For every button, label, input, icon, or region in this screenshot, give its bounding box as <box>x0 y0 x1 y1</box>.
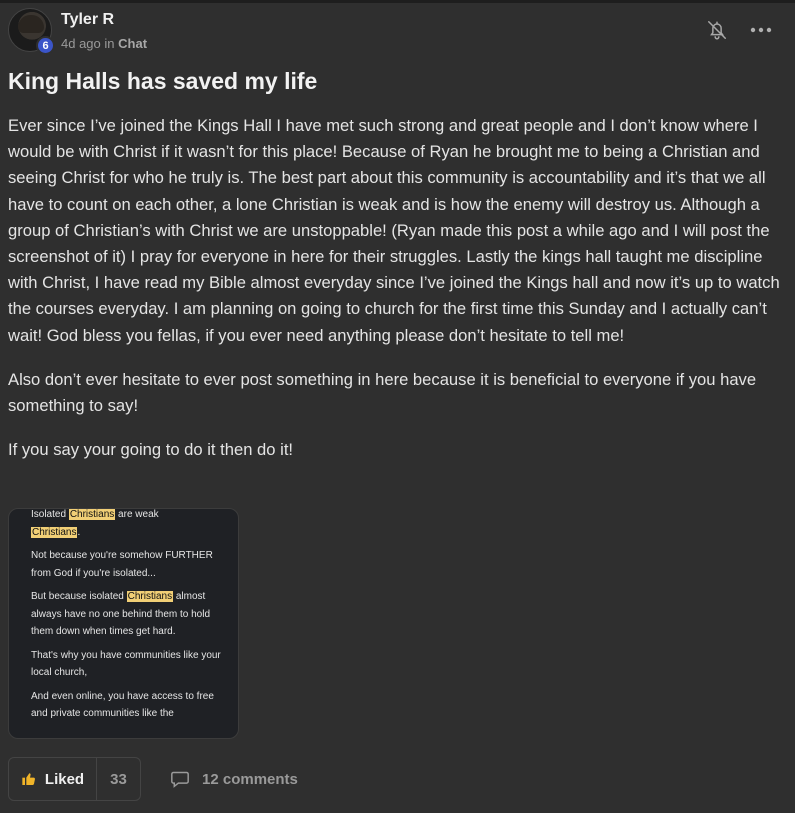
shot-text: But because isolated <box>31 591 127 602</box>
post-paragraph: Ever since I’ve joined the Kings Hall I … <box>8 116 780 345</box>
highlight: Christians <box>68 509 116 520</box>
shot-text: . <box>77 526 81 538</box>
like-label: Liked <box>44 770 85 788</box>
like-group: Liked 33 <box>8 757 141 801</box>
shot-line: And even online, you have access to free… <box>31 690 214 720</box>
shot-text: are weak <box>115 509 159 520</box>
comments-label: 12 comments <box>202 770 298 788</box>
post-meta: 4d ago in Chat <box>61 36 147 51</box>
post-paragraph: If you say your going to do it then do i… <box>8 440 294 460</box>
post-category[interactable]: Chat <box>118 36 147 51</box>
post-title: King Halls has saved my life <box>8 68 318 94</box>
like-count[interactable]: 33 <box>97 758 140 800</box>
post-actions: Liked 33 12 comments <box>8 757 787 801</box>
shot-line: Not because you're somehow FURTHER from … <box>31 550 213 579</box>
post-paragraph: Also don’t ever hesitate to ever post so… <box>8 369 757 416</box>
like-button[interactable]: Liked <box>9 758 97 800</box>
post-header: 6 Tyler R 4d ago in Chat <box>8 8 787 56</box>
shot-line: But because isolated Christians almost a… <box>31 588 231 641</box>
level-badge: 6 <box>36 36 55 55</box>
bell-off-icon[interactable] <box>706 19 728 41</box>
shot-line: Isolated Christians are weak Christians. <box>31 509 231 541</box>
comment-icon <box>171 771 189 788</box>
shot-line: That's why you have communities like you… <box>31 649 221 679</box>
meta-in: in <box>104 36 115 51</box>
highlight: Christians <box>126 591 174 602</box>
post-time: 4d ago <box>61 36 101 51</box>
image-attachment[interactable]: Isolated Christians are weak Christians.… <box>8 508 239 739</box>
top-divider <box>0 0 795 3</box>
post-body: Ever since I’ve joined the Kings Hall I … <box>8 113 787 481</box>
shot-text: Isolated <box>31 509 69 520</box>
screenshot-text: Isolated Christians are weak Christians.… <box>31 509 231 729</box>
thumbs-up-icon <box>22 773 35 786</box>
author-name[interactable]: Tyler R <box>61 11 114 29</box>
highlight: Christians <box>31 526 78 538</box>
avatar-photo <box>18 15 44 33</box>
comments-button[interactable]: 12 comments <box>170 757 298 801</box>
more-options-icon[interactable] <box>749 21 773 39</box>
